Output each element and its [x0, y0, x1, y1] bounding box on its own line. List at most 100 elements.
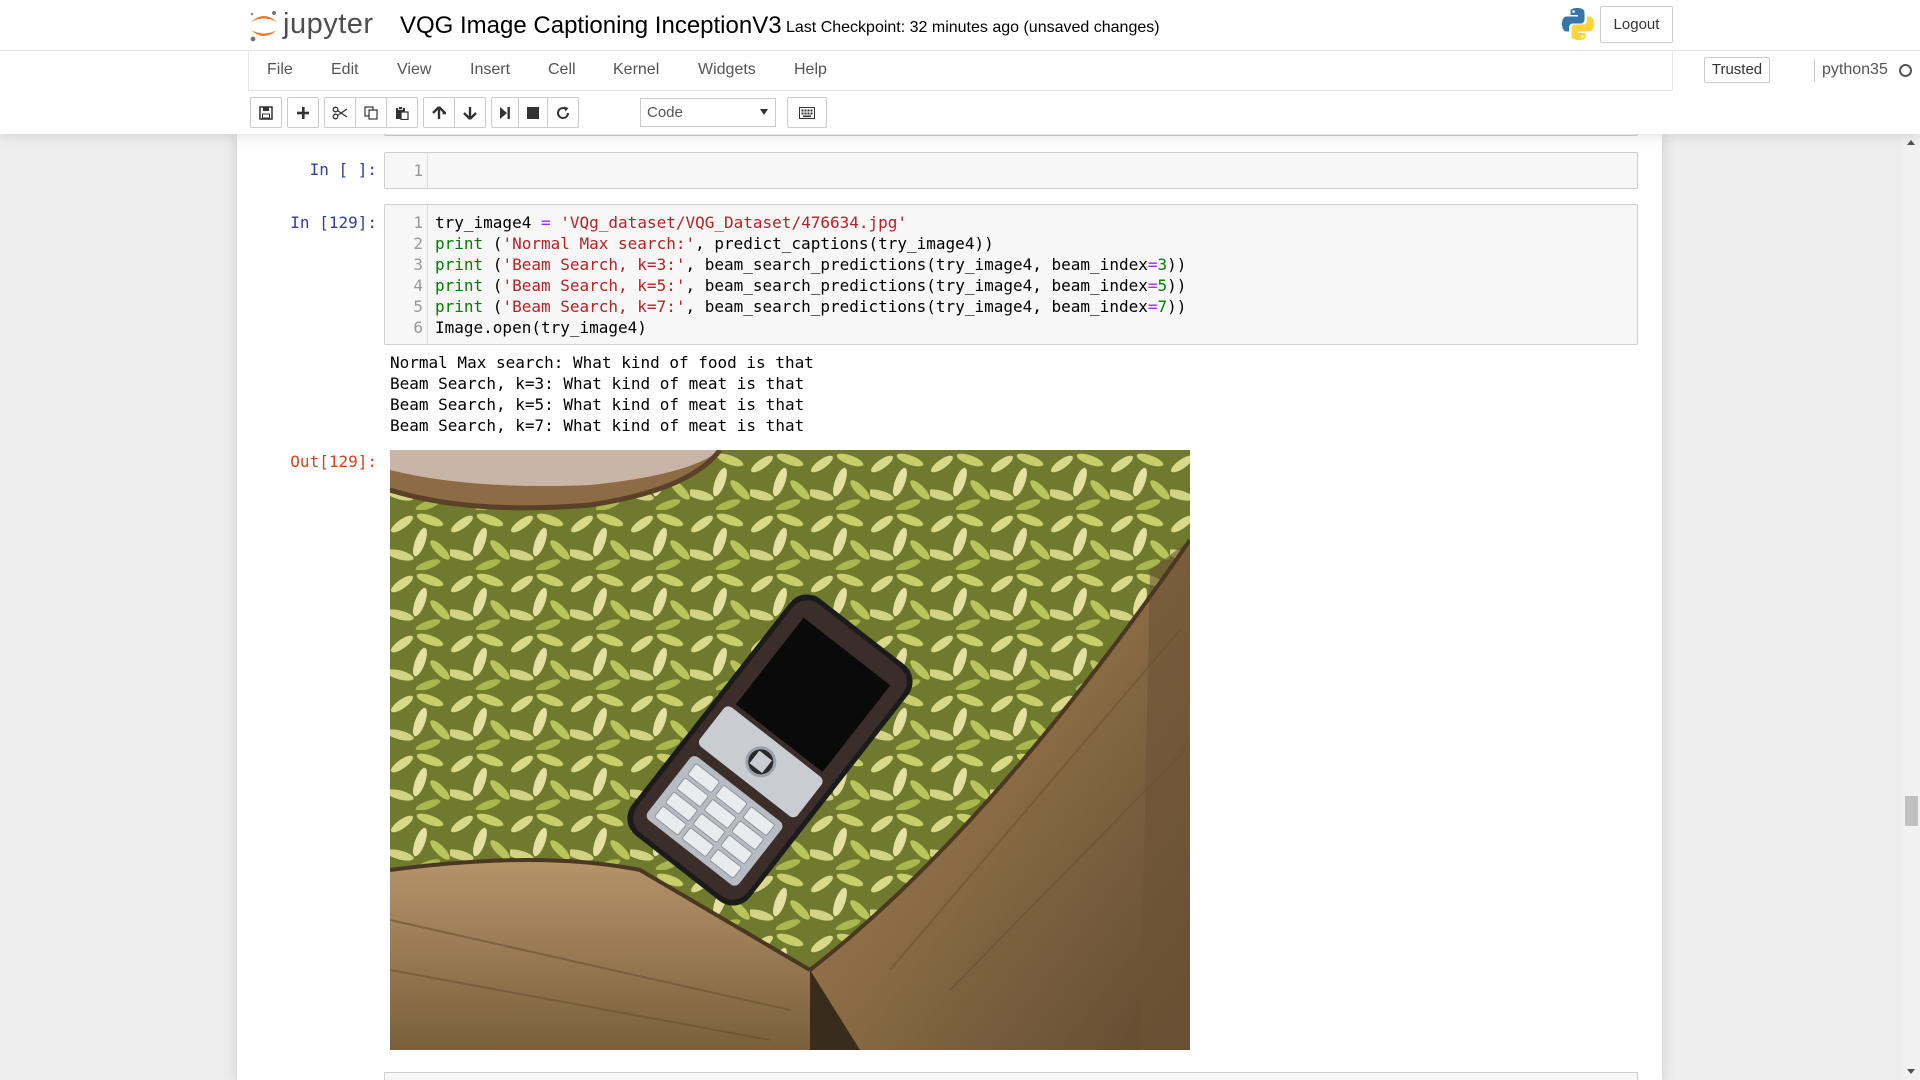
code-token: ( — [483, 234, 503, 253]
cell-prompt-129: In [129]: — [290, 213, 377, 232]
copy-button[interactable] — [355, 97, 387, 128]
code-cell-129[interactable]: 1 2 3 4 5 6 try_image4 = 'VQg_dataset/VQ… — [384, 204, 1638, 345]
paste-icon — [396, 105, 409, 120]
copy-icon — [364, 105, 378, 120]
stdout-line: Beam Search, k=5: What kind of meat is t… — [390, 395, 805, 414]
code-line-3: print ('Beam Search, k=3:', beam_search_… — [435, 255, 1186, 274]
code-token: Image.open(try_image4) — [435, 318, 647, 337]
code-token: ( — [483, 255, 503, 274]
arrow-up-icon — [432, 105, 446, 119]
kernel-idle-icon — [1899, 64, 1912, 77]
code-token: , beam_search_predictions(try_image4, be… — [685, 276, 1148, 295]
menubar: File Edit View Insert Cell Kernel Widget… — [248, 51, 1912, 91]
jupyter-logo-text: jupyter — [283, 8, 374, 40]
notebook-container: In [ ]: 1 In [129]: 1 2 3 4 5 6 try_imag… — [237, 134, 1662, 1080]
code-token: , beam_search_predictions(try_image4, be… — [685, 255, 1148, 274]
cut-icon — [332, 106, 348, 119]
code-line-6: Image.open(try_image4) — [435, 318, 647, 337]
command-palette-button[interactable] — [787, 97, 827, 128]
chevron-down-icon — [760, 109, 768, 115]
save-button[interactable] — [250, 97, 282, 128]
empty-code-cell[interactable]: 1 — [384, 152, 1638, 189]
code-token: 'Normal Max search:' — [502, 234, 696, 253]
line-number: 1 — [413, 161, 423, 180]
logout-button[interactable]: Logout — [1600, 6, 1673, 43]
beans-phone-image — [390, 450, 1190, 1050]
code-token: )) — [1167, 276, 1187, 295]
run-icon — [500, 106, 510, 119]
code-token: print — [435, 297, 484, 316]
code-token: print — [435, 276, 484, 295]
menu-widgets[interactable]: Widgets — [698, 61, 756, 79]
plus-icon — [297, 106, 309, 119]
notebook-header: jupyter VQG Image Captioning InceptionV3… — [0, 0, 1920, 134]
line-number: 3 — [413, 255, 423, 274]
line-number: 6 — [413, 318, 423, 337]
run-button[interactable] — [491, 97, 519, 128]
code-token: ( — [483, 297, 503, 316]
line-number: 5 — [413, 297, 423, 316]
jupyter-logo-icon — [250, 11, 277, 42]
page-scrollbar[interactable] — [1903, 134, 1920, 1080]
code-token: print — [435, 255, 484, 274]
code-token: print — [435, 234, 484, 253]
scroll-down-icon[interactable] — [1907, 1069, 1915, 1074]
jupyter-logo[interactable]: jupyter — [247, 8, 379, 44]
cell-type-value: Code — [647, 104, 683, 121]
toolbar: Code — [248, 91, 1673, 134]
line-number: 2 — [413, 234, 423, 253]
menu-kernel[interactable]: Kernel — [613, 61, 659, 79]
scrollbar-thumb[interactable] — [1905, 796, 1918, 826]
code-token: )) — [1167, 255, 1187, 274]
menu-file[interactable]: File — [267, 61, 293, 79]
notebook-title[interactable]: VQG Image Captioning InceptionV3 — [400, 12, 782, 40]
code-token: 'Beam Search, k=7:' — [502, 297, 686, 316]
restart-button[interactable] — [547, 97, 579, 128]
code-token: 5 — [1157, 276, 1168, 295]
stdout-line: Beam Search, k=3: What kind of meat is t… — [390, 374, 805, 393]
kernel-name[interactable]: python35 — [1822, 61, 1888, 79]
code-token: 'VQg_dataset/VQG_Dataset/476634.jpg' — [560, 213, 908, 232]
cell-out-prompt-129: Out[129]: — [290, 452, 377, 471]
paste-button[interactable] — [386, 97, 418, 128]
line-number: 1 — [413, 213, 423, 232]
keyboard-icon — [799, 106, 815, 119]
insert-cell-button[interactable] — [287, 97, 319, 128]
previous-cell-edge — [384, 134, 1638, 136]
stop-icon — [527, 106, 539, 119]
cell-prompt-empty: In [ ]: — [309, 160, 377, 179]
code-token: = — [540, 213, 551, 232]
stdout-line: Beam Search, k=7: What kind of meat is t… — [390, 416, 805, 435]
code-token: try_image4 — [435, 213, 541, 232]
cell-type-select[interactable]: Code — [640, 98, 776, 127]
kernel-separator — [1814, 59, 1815, 82]
header-top-bar: jupyter VQG Image Captioning InceptionV3… — [0, 0, 1920, 51]
output-image — [390, 450, 1190, 1050]
code-line-5: print ('Beam Search, k=7:', beam_search_… — [435, 297, 1186, 316]
restart-icon — [557, 106, 570, 119]
menu-view[interactable]: View — [397, 61, 431, 79]
code-line-2: print ('Normal Max search:', predict_cap… — [435, 234, 994, 253]
line-number: 4 — [413, 276, 423, 295]
code-line-4: print ('Beam Search, k=5:', beam_search_… — [435, 276, 1186, 295]
code-token: 3 — [1157, 255, 1168, 274]
next-cell-edge — [384, 1072, 1638, 1080]
trusted-indicator[interactable]: Trusted — [1704, 57, 1770, 83]
code-token: , predict_captions(try_image4)) — [695, 234, 994, 253]
menu-cell[interactable]: Cell — [548, 61, 576, 79]
code-token: 'Beam Search, k=3:' — [502, 255, 686, 274]
move-up-button[interactable] — [423, 97, 455, 128]
scroll-up-icon[interactable] — [1907, 140, 1915, 145]
python-logo-icon — [1560, 6, 1596, 42]
save-icon — [259, 105, 273, 120]
interrupt-button[interactable] — [518, 97, 548, 128]
cell-stdout: Normal Max search: What kind of food is … — [390, 352, 814, 436]
cut-button[interactable] — [324, 97, 356, 128]
menu-help[interactable]: Help — [794, 61, 827, 79]
code-token: )) — [1167, 297, 1187, 316]
menu-edit[interactable]: Edit — [331, 61, 359, 79]
checkpoint-status: Last Checkpoint: 32 minutes ago (unsaved… — [786, 19, 1160, 36]
code-token: 7 — [1157, 297, 1168, 316]
move-down-button[interactable] — [454, 97, 486, 128]
menu-insert[interactable]: Insert — [470, 61, 510, 79]
